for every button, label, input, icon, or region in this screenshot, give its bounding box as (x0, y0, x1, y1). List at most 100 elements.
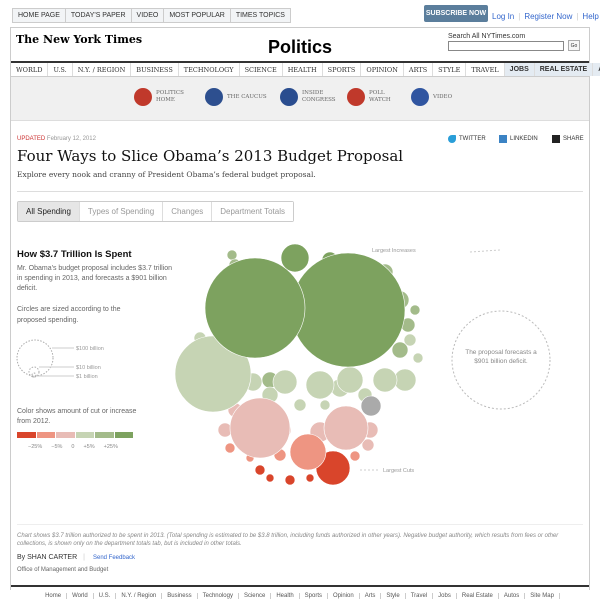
budget-item-bubble[interactable] (323, 405, 369, 451)
subnav-icon (205, 88, 223, 106)
search-go-button[interactable]: Go (568, 40, 580, 51)
share-button[interactable]: SHARE (552, 135, 584, 143)
footer-nav-link[interactable]: Opinion (328, 593, 360, 599)
budget-item-bubble[interactable] (336, 366, 364, 394)
top-nav-most-popular[interactable]: MOST POPULAR (164, 9, 231, 22)
subnav-item[interactable]: POLL WATCH (347, 88, 391, 106)
subnav-label-line: POLITICS (156, 90, 184, 97)
footer-nav-link[interactable]: Site Map (525, 593, 560, 599)
footer-nav-link[interactable]: Health (271, 593, 300, 599)
send-feedback-link[interactable]: Send Feedback (93, 555, 135, 561)
article-title: Four Ways to Slice Obama’s 2013 Budget P… (17, 147, 404, 165)
subscribe-button[interactable]: SUBSCRIBE NOW (424, 5, 488, 22)
footer-nav-link[interactable]: Travel (406, 593, 434, 599)
budget-item-bubble[interactable] (305, 370, 335, 400)
budget-item-bubble[interactable] (412, 352, 424, 364)
section-nav-item[interactable]: HEALTH (283, 63, 323, 76)
top-nav-home[interactable]: HOME PAGE (13, 9, 66, 22)
section-nav-item[interactable]: SPORTS (323, 63, 362, 76)
view-tabs: All Spending Types of Spending Changes D… (17, 201, 295, 222)
section-nav-item[interactable]: AUTOS (593, 63, 600, 76)
budget-item-bubble[interactable] (360, 395, 382, 417)
budget-item-bubble[interactable] (254, 464, 266, 476)
tab-changes[interactable]: Changes (163, 202, 213, 221)
divider (17, 191, 583, 192)
color-scale-swatch (36, 432, 55, 438)
section-nav-item[interactable]: TRAVEL (466, 63, 505, 76)
subnav-item[interactable]: INSIDE CONGRESS (280, 88, 336, 106)
budget-item-bubble[interactable] (204, 257, 306, 359)
size-legend: $100 billion $10 billion $1 billion (16, 339, 104, 380)
footer-nav-link[interactable]: Autos (499, 593, 526, 599)
budget-item-bubble[interactable] (226, 249, 238, 261)
footer-nav-link[interactable]: Sports (300, 593, 329, 599)
budget-item-bubble[interactable] (391, 341, 409, 359)
section-nav-item[interactable]: ARTS (404, 63, 434, 76)
color-scale-ticks: −25% −5% 0 +5% +25% (28, 444, 118, 450)
footer-nav-link[interactable]: Jobs (433, 593, 457, 599)
tab-types-of-spending[interactable]: Types of Spending (79, 202, 164, 221)
budget-item-bubble[interactable] (265, 473, 275, 483)
register-link[interactable]: Register Now (524, 12, 572, 21)
section-nav-item[interactable]: STYLE (433, 63, 467, 76)
budget-item-bubble[interactable] (284, 474, 296, 486)
search-input[interactable] (448, 41, 564, 51)
budget-item-bubble[interactable] (272, 369, 298, 395)
budget-item-bubble[interactable] (349, 450, 361, 462)
color-scale-swatch (56, 432, 75, 438)
footer-nav-link[interactable]: Technology (198, 593, 239, 599)
budget-item-bubble[interactable] (409, 304, 421, 316)
footer-nav-link[interactable]: U.S. (94, 593, 117, 599)
budget-item-bubble[interactable] (293, 398, 307, 412)
login-link[interactable]: Log In (492, 12, 514, 21)
subnav-item[interactable]: THE CAUCUS (205, 88, 267, 106)
budget-item-bubble[interactable] (289, 433, 327, 471)
top-nav-times-topics[interactable]: TIMES TOPICS (231, 9, 290, 22)
section-nav-item[interactable]: JOBS (504, 63, 535, 76)
subnav-item[interactable]: VIDEO (411, 88, 452, 106)
sidebar-heading: How $3.7 Trillion Is Spent (17, 249, 132, 260)
subnav-label-line: HOME (156, 97, 175, 103)
color-note: Color shows amount of cut or increase fr… (17, 408, 137, 426)
budget-item-bubble[interactable] (372, 367, 398, 393)
top-nav-video[interactable]: VIDEO (132, 9, 165, 22)
linkedin-icon (499, 135, 507, 143)
footer-nav-link[interactable]: Style (381, 593, 406, 599)
budget-item-bubble[interactable] (229, 397, 291, 459)
budget-item-bubble[interactable] (319, 399, 331, 411)
section-nav-item[interactable]: TECHNOLOGY (179, 63, 240, 76)
color-scale-tick: +25% (103, 444, 118, 450)
footer-nav-link[interactable]: N.Y. / Region (116, 593, 163, 599)
footer-nav-link[interactable]: Home (40, 593, 68, 599)
subnav-label-line: VIDEO (433, 93, 453, 100)
footer-nav-link[interactable]: Arts (360, 593, 382, 599)
section-nav-item[interactable]: SCIENCE (240, 63, 283, 76)
section-nav-item[interactable]: WORLD (11, 63, 49, 76)
budget-item-bubble[interactable] (305, 473, 315, 483)
footer-nav-link[interactable]: World (67, 593, 94, 599)
budget-item-bubble[interactable] (290, 252, 406, 368)
color-scale-swatch (75, 432, 94, 438)
color-scale (17, 432, 133, 438)
top-nav-todays-paper[interactable]: TODAY'S PAPER (66, 9, 132, 22)
footer-nav-link[interactable]: Business (162, 593, 198, 599)
footer-nav-link[interactable]: Real Estate (457, 593, 499, 599)
section-nav-item[interactable]: OPINION (361, 63, 404, 76)
byline: By SHAN CARTER (17, 554, 78, 561)
color-scale-tick: −25% (28, 444, 43, 450)
section-nav-item[interactable]: N.Y. / REGION (73, 63, 132, 76)
tab-all-spending[interactable]: All Spending (18, 202, 80, 221)
section-nav-item[interactable]: REAL ESTATE (534, 63, 594, 76)
subnav-label-line: THE CAUCUS (227, 93, 267, 100)
twitter-button[interactable]: TWITTER (448, 135, 486, 143)
section-nav-item[interactable]: U.S. (48, 63, 73, 76)
footer-nav-link[interactable]: Science (239, 593, 272, 599)
linkedin-button[interactable]: LINKEDIN (499, 135, 538, 143)
budget-item-bubble[interactable] (224, 442, 236, 454)
section-nav-item[interactable]: BUSINESS (131, 63, 179, 76)
updated-label: UPDATED (17, 136, 46, 142)
help-link[interactable]: Help (582, 12, 598, 21)
section-nav: WORLD U.S. N.Y. / REGION BUSINESS TECHNOLOGY… (11, 61, 600, 77)
subnav-item[interactable]: POLITICS HOME (134, 88, 184, 106)
tab-department-totals[interactable]: Department Totals (212, 202, 294, 221)
